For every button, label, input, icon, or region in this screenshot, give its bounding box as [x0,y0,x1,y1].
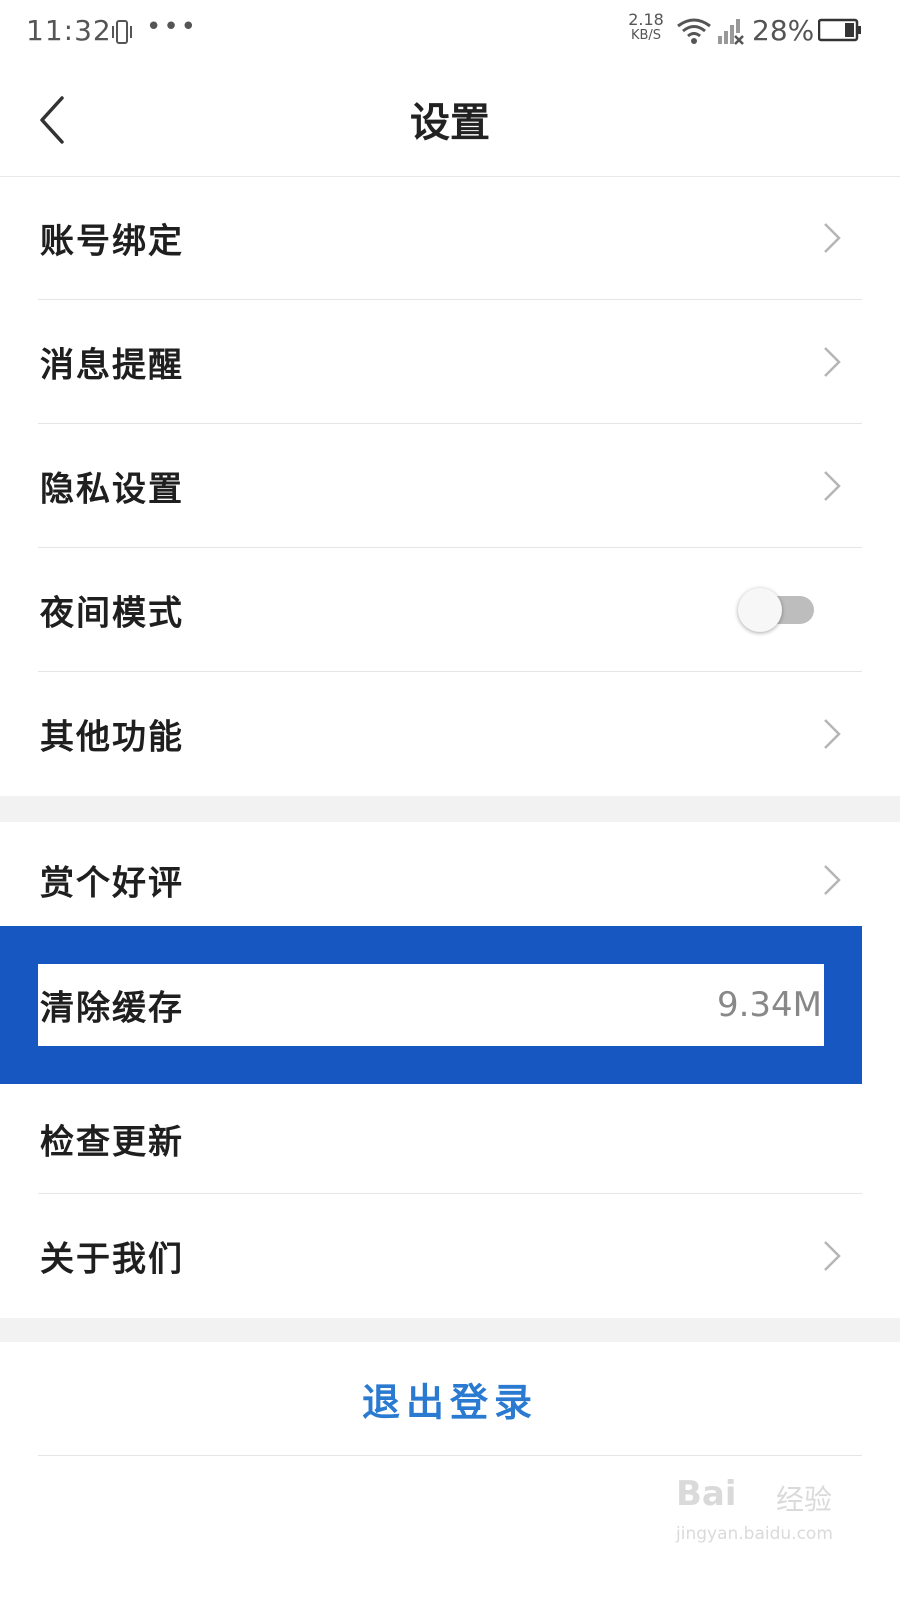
header-bar: 设置 [0,64,900,177]
chevron-right-icon [824,223,841,253]
settings-item-account-binding[interactable]: 账号绑定 [0,176,900,300]
chevron-right-icon [824,471,841,501]
network-speed-value: 2.18 [628,10,664,29]
battery-icon [818,18,861,42]
cache-size-value: 9.34M [716,985,822,1025]
settings-item-rate-app[interactable]: 赏个好评 [0,822,900,938]
chevron-right-icon [824,347,841,377]
status-time: 11:32 [26,14,112,47]
watermark-url: jingyan.baidu.com [676,1524,833,1544]
settings-item-other-functions[interactable]: 其他功能 [0,672,900,796]
wifi-icon [677,18,711,44]
settings-item-notifications[interactable]: 消息提醒 [0,300,900,424]
watermark-text: 经验 [776,1483,833,1516]
battery-percent: 28% [752,14,815,47]
network-speed-unit: KB/S [630,28,662,43]
logout-button[interactable]: 退出登录 [0,1372,900,1427]
chevron-right-icon [824,719,841,749]
settings-item-label: 其他功能 [40,717,184,758]
settings-item-night-mode: 夜间模式 [0,548,900,672]
settings-item-label: 关于我们 [40,1239,184,1280]
section-separator [0,1318,900,1342]
settings-item-label: 夜间模式 [40,593,184,634]
settings-item-label: 账号绑定 [40,221,184,262]
settings-item-label: 赏个好评 [40,863,184,904]
settings-item-label: 消息提醒 [40,345,184,386]
divider [38,1455,862,1456]
settings-item-label: 检查更新 [40,1122,184,1163]
baidu-jingyan-watermark: Bai 经验 jingyan.baidu.com [676,1470,856,1560]
notification-dots: ••• [146,12,199,42]
settings-item-check-update[interactable]: 检查更新 [0,1084,900,1194]
chevron-right-icon [824,865,841,895]
chevron-right-icon [824,1241,841,1271]
settings-item-clear-cache[interactable]: 清除缓存 9.34M [38,964,824,1046]
toggle-knob [738,588,782,632]
settings-item-about-us[interactable]: 关于我们 [0,1194,900,1318]
logout-section: 退出登录 [0,1342,900,1456]
network-speed: 2.18 KB/S [624,12,668,44]
section-separator [0,796,900,822]
watermark-logo: Bai [676,1474,737,1514]
page-title: 设置 [410,99,490,146]
highlight-frame: 清除缓存 9.34M [0,926,862,1084]
settings-item-privacy[interactable]: 隐私设置 [0,424,900,548]
vibrate-icon [112,20,132,44]
settings-item-label: 清除缓存 [40,988,184,1029]
night-mode-toggle[interactable] [738,588,816,632]
signal-icon [718,19,744,45]
status-bar: 11:32 ••• 2.18 KB/S 28% [0,0,900,64]
settings-item-label: 隐私设置 [40,469,184,510]
